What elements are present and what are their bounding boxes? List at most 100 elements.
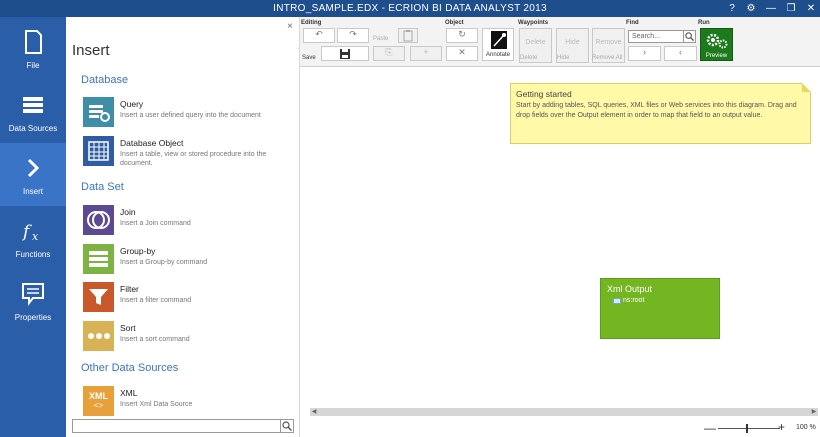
help-button[interactable]: ? [725,2,739,15]
waypoint-delete-label: Delete [525,39,546,46]
find-placeholder: Search... [632,33,661,40]
item-name: Group-by [120,246,156,256]
close-button[interactable]: ✕ [804,2,818,15]
item-description: Insert Xml Data Source [120,401,193,408]
xml-output-element[interactable]: Xml Output ns:root [600,278,720,339]
nav-label-functions: Functions [15,250,51,259]
note-text: Start by adding tables, SQL queries, XML… [516,102,797,119]
nav-item-properties[interactable]: Properties [0,269,66,332]
group-label-run: Run [698,20,710,26]
nav-item-data-sources[interactable]: Data Sources [0,80,66,143]
insert-item-filter[interactable]: Filter Insert a filter command [83,282,293,316]
insert-item-query[interactable]: Query Insert a user defined query into t… [83,97,293,131]
copy-button[interactable]: ⎘ [373,46,405,61]
zoom-in-button[interactable]: + [778,420,785,434]
function-icon: fx [21,222,39,243]
item-name: Sort [120,323,136,333]
chevron-right-icon [27,158,40,178]
zoom-slider-thumb[interactable] [746,424,748,433]
preview-button[interactable]: Preview [700,28,733,61]
note-fold [802,83,811,92]
note-title: Getting started [516,89,572,99]
item-description: Insert a Group-by command [120,259,208,266]
minimize-button[interactable]: — [764,2,778,15]
annotate-button[interactable]: Annotate [482,28,514,61]
diagram-canvas[interactable]: Getting started Start by adding tables, … [300,68,820,408]
preview-label: Preview [705,53,728,59]
document-icon [25,30,42,54]
nav-label-properties: Properties [14,313,52,322]
undo-button[interactable]: ↶ [303,28,335,43]
save-button[interactable] [321,46,369,61]
left-navigation: File Data Sources Insert fx Functions Pr… [0,17,66,437]
item-description: Insert a filter command [120,297,192,304]
save-icon [340,49,350,59]
waypoint-hide-label: Hide [565,39,580,46]
join-icon [83,205,114,235]
restore-button[interactable]: ❐ [784,2,798,15]
database-icon [23,97,43,113]
insert-item-join[interactable]: Join Insert a Join command [83,205,293,239]
xml-output-node[interactable]: ns:root [623,297,644,304]
xml-icon-text: XML [89,391,108,401]
xml-icon-brackets: <> [93,401,104,410]
scroll-left-icon[interactable]: ◀ [310,408,318,416]
find-previous-button[interactable]: ‹ [664,46,697,61]
query-icon [83,97,114,127]
item-description: Insert a Join command [120,220,191,227]
insert-item-group-by[interactable]: Group-by Insert a Group-by command [83,244,293,278]
section-data-set: Data Set [81,181,124,193]
node-icon [613,298,621,304]
insert-item-sort[interactable]: Sort Insert a sort command [83,321,293,355]
delete-object-button[interactable]: ✕ [446,46,478,61]
add-button[interactable]: + [410,46,442,61]
item-name: Filter [120,284,139,294]
settings-button[interactable]: ⚙ [744,2,758,15]
nav-label-insert: Insert [22,187,43,196]
redo-button[interactable]: ↷ [337,28,369,43]
zoom-slider[interactable] [718,428,780,429]
xml-output-title: Xml Output [607,284,653,294]
panel-search-input[interactable] [72,419,294,433]
section-other-data-sources: Other Data Sources [81,362,179,374]
insert-item-database-object[interactable]: Database Object Insert a table, view or … [83,136,293,170]
sort-icon [83,321,114,351]
annotate-label: Annotate [485,52,511,58]
search-icon[interactable] [683,31,695,42]
nav-item-functions[interactable]: fx Functions [0,206,66,269]
status-bar: — + 100 % [300,420,820,437]
search-icon[interactable] [280,420,293,432]
group-label-find: Find [626,20,639,26]
item-description: Insert a table, view or stored procedure… [120,151,267,167]
groupby-icon [83,244,114,274]
table-icon [83,136,114,166]
panel-title: Insert [72,42,110,59]
svg-text:f: f [21,222,32,242]
getting-started-note[interactable]: Getting started Start by adding tables, … [510,83,811,144]
annotate-icon [491,31,507,49]
zoom-out-button[interactable]: — [704,421,716,435]
paste-button[interactable] [398,28,418,43]
nav-item-file[interactable]: File [0,17,66,80]
insert-item-xml[interactable]: XML <> XML Insert Xml Data Source [83,386,293,420]
find-next-button[interactable]: › [628,46,661,61]
svg-text:x: x [32,230,39,243]
section-database: Database [81,74,129,86]
zoom-level: 100 % [796,424,816,431]
filter-icon [83,282,114,312]
group-label-editing: Editing [301,20,322,26]
find-search-input[interactable]: Search... [628,30,696,43]
refresh-button[interactable]: ↻ [446,28,478,43]
scroll-right-icon[interactable]: ▶ [810,408,818,416]
gears-icon [706,33,728,49]
insert-panel: Insert × Database Query Insert a user de… [66,17,300,437]
waypoint-delete-caption: Delete [520,55,538,61]
item-name: Query [120,99,144,109]
panel-close-button[interactable]: × [287,21,293,32]
item-name: Join [120,207,136,217]
waypoint-remove-all-caption: Remove All [592,55,623,61]
horizontal-scrollbar[interactable]: ◀ ▶ [310,408,818,416]
item-name: XML [120,388,138,398]
group-label-waypoints: Waypoints [518,20,549,26]
nav-item-insert[interactable]: Insert [0,143,66,206]
